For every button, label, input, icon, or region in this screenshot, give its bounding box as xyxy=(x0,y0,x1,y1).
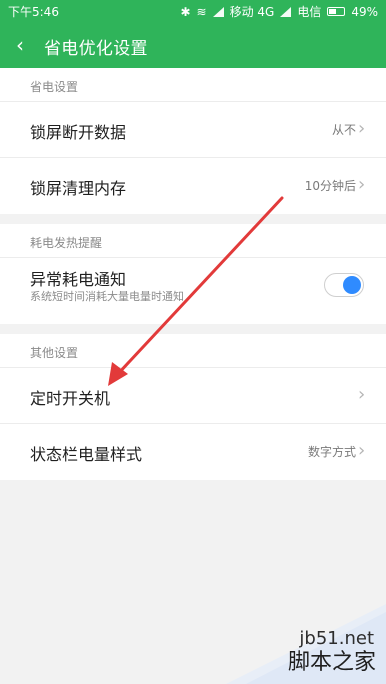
setting-row-lock-clean-memory[interactable]: 锁屏清理内存 10分钟后 › xyxy=(0,158,386,214)
setting-row-abnormal-drain-notify[interactable]: 异常耗电通知 系统短时间消耗大量电量时通知 xyxy=(0,258,386,314)
setting-row-scheduled-power[interactable]: 定时开关机 › xyxy=(0,368,386,424)
setting-row-lock-disconnect-data[interactable]: 锁屏断开数据 从不 › xyxy=(0,102,386,158)
watermark-name: 脚本之家 xyxy=(287,650,376,675)
battery-icon xyxy=(327,7,346,16)
setting-label: 状态栏电量样式 xyxy=(30,445,143,464)
setting-sublabel: 系统短时间消耗大量电量时通知 xyxy=(30,290,184,303)
chevron-right-icon: › xyxy=(358,384,366,405)
wifi-icon: ≋ xyxy=(196,4,207,19)
carrier-1: 移动 4G xyxy=(229,5,275,19)
section-header: 耗电发热提醒 xyxy=(0,224,386,258)
setting-value: 从不 xyxy=(331,123,356,137)
setting-label: 定时开关机 xyxy=(30,389,111,408)
setting-label: 锁屏清理内存 xyxy=(30,179,127,198)
signal-icon-2 xyxy=(280,6,292,17)
back-icon[interactable]: ‹ xyxy=(16,33,36,57)
setting-label: 锁屏断开数据 xyxy=(30,123,127,142)
app-bar: ‹ 省电优化设置 xyxy=(0,22,386,68)
section-heat-warning: 耗电发热提醒 异常耗电通知 系统短时间消耗大量电量时通知 xyxy=(0,224,386,324)
section-header: 其他设置 xyxy=(0,334,386,368)
setting-value: 10分钟后 xyxy=(304,179,356,193)
status-bar: 下午5:46 ✱ ≋ 移动 4G 电信 49% xyxy=(0,0,386,22)
status-time: 下午5:46 xyxy=(8,5,59,19)
section-power-save: 省电设置 锁屏断开数据 从不 › 锁屏清理内存 10分钟后 › xyxy=(0,68,386,214)
chevron-right-icon: › xyxy=(358,174,366,195)
carrier-2: 电信 xyxy=(297,5,322,19)
status-right: ✱ ≋ 移动 4G 电信 49% xyxy=(180,3,378,20)
section-header: 省电设置 xyxy=(0,68,386,102)
section-other: 其他设置 定时开关机 › 状态栏电量样式 数字方式 › xyxy=(0,334,386,480)
battery-percent: 49% xyxy=(351,4,378,19)
chevron-right-icon: › xyxy=(358,440,366,461)
toggle-switch[interactable] xyxy=(324,273,364,297)
setting-value: 数字方式 xyxy=(307,445,356,459)
setting-row-statusbar-battery-style[interactable]: 状态栏电量样式 数字方式 › xyxy=(0,424,386,480)
setting-label: 异常耗电通知 xyxy=(30,270,127,289)
toggle-knob xyxy=(343,276,361,294)
chevron-right-icon: › xyxy=(358,118,366,139)
bluetooth-icon: ✱ xyxy=(180,4,191,19)
watermark: jb51.net 脚本之家 xyxy=(226,604,386,684)
signal-icon xyxy=(212,6,224,17)
page-title: 省电优化设置 xyxy=(44,39,148,59)
